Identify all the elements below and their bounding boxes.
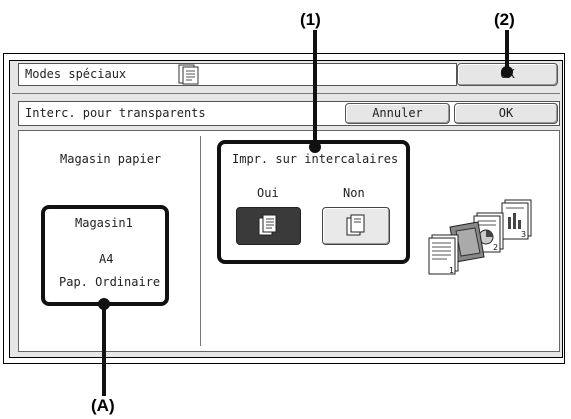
callout-a-line [102,302,106,396]
callout-a: (A) [91,396,115,415]
no-button[interactable] [322,207,390,245]
callout-2-dot [501,66,513,78]
document-mode-icon [178,64,200,85]
page-number-3: 3 [521,230,526,239]
callout-1-dot [309,141,321,153]
insert-options-heading: Impr. sur intercalaires [232,152,399,166]
blank-insert-icon [345,214,369,242]
transparency-inserts-illustration: 3 2 1 [420,195,545,280]
callout-1: (1) [300,10,321,29]
page-number-2: 2 [493,243,498,252]
no-label: Non [343,186,365,200]
header-title: Modes spéciaux [18,63,457,86]
paper-size: A4 [99,252,114,266]
paper-type: Pap. Ordinaire [59,275,161,289]
paper-tray-heading: Magasin papier [60,152,162,166]
yes-button[interactable] [236,207,301,245]
subheader-ok-button[interactable]: OK [454,103,558,124]
callout-2: (2) [494,10,515,29]
callout-a-dot [98,298,110,310]
callout-1-line [313,30,317,147]
page-number-1: 1 [449,266,454,275]
tray-name: Magasin1 [75,216,133,230]
insert-print-icon [257,214,281,242]
divider [12,93,560,94]
cancel-button[interactable]: Annuler [345,103,450,124]
panel-divider [200,136,201,346]
yes-label: Oui [257,186,279,200]
